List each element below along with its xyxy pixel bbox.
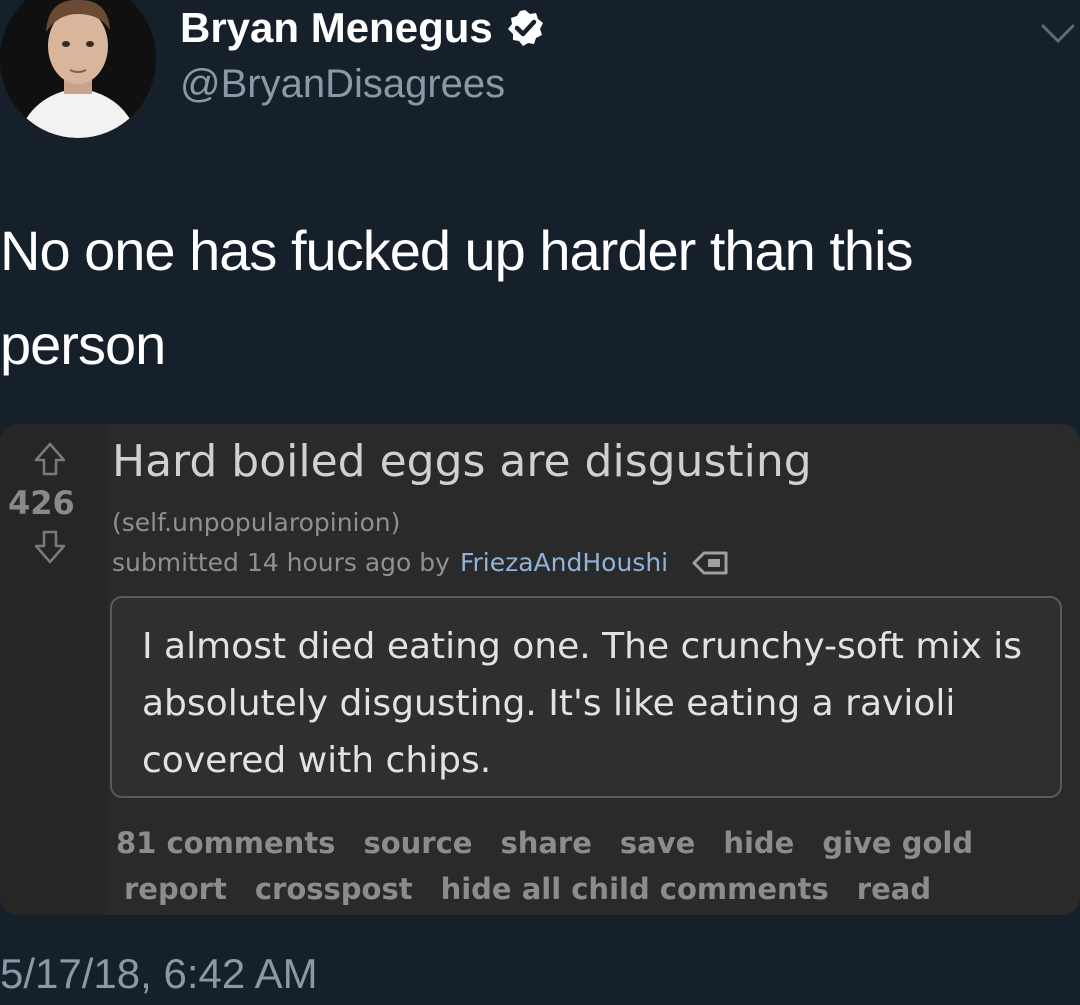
user-handle[interactable]: @BryanDisagrees — [180, 62, 505, 107]
share-link[interactable]: share — [500, 826, 591, 860]
upvote-arrow-icon[interactable] — [34, 442, 66, 476]
hide-link[interactable]: hide — [723, 826, 794, 860]
post-buttons-row-2: report crosspost hide all child comments re… — [124, 872, 959, 906]
post-tagline: submitted 14 hours ago by FriezaAndHoush… — [112, 548, 730, 577]
vote-column: 426 — [0, 424, 108, 915]
report-link[interactable]: report — [124, 872, 227, 906]
embedded-image[interactable]: 426 Hard boiled eggs are disgusting (sel… — [0, 424, 1080, 915]
post-author-link[interactable]: FriezaAndHoushi — [460, 548, 668, 577]
post-title[interactable]: Hard boiled eggs are disgusting — [112, 436, 812, 487]
display-name[interactable]: Bryan Menegus — [180, 4, 545, 52]
comments-link[interactable]: 81 comments — [116, 826, 335, 860]
save-link[interactable]: save — [620, 826, 695, 860]
hide-child-comments-link[interactable]: hide all child comments — [441, 872, 829, 906]
tweet-timestamp[interactable]: 5/17/18, 6:42 AM — [0, 950, 318, 998]
display-name-text[interactable]: Bryan Menegus — [180, 4, 493, 52]
crosspost-link[interactable]: crosspost — [255, 872, 413, 906]
give-gold-link[interactable]: give gold — [822, 826, 973, 860]
source-link[interactable]: source — [363, 826, 472, 860]
chevron-down-icon[interactable] — [1040, 22, 1076, 46]
read-link[interactable]: read — [857, 872, 931, 906]
tagline-prefix: submitted 14 hours ago by — [112, 548, 450, 577]
tag-icon[interactable] — [690, 550, 730, 576]
verified-badge-icon — [505, 8, 545, 48]
avatar[interactable] — [0, 0, 156, 138]
downvote-arrow-icon[interactable] — [34, 530, 66, 564]
post-domain[interactable]: (self.unpopularopinion) — [112, 508, 400, 537]
tweet-text: No one has fucked up harder than this pe… — [0, 219, 914, 376]
post-buttons-row-1: 81 comments source share save hide give gold — [116, 826, 1001, 860]
post-selftext: I almost died eating one. The crunchy-so… — [110, 596, 1062, 798]
score: 426 — [8, 484, 75, 522]
